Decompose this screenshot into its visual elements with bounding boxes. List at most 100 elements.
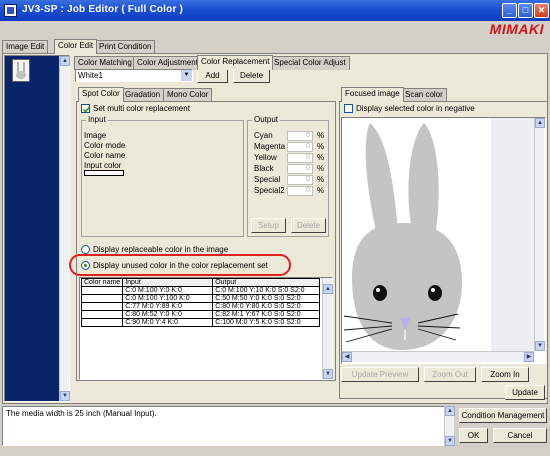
table-cell-output: C:82 M:1 Y:67 K:0 S:0 S2:0: [212, 310, 320, 319]
table-cell-name: [81, 294, 124, 303]
table-header-row: Color name Input Output: [81, 278, 320, 287]
delete-output-button[interactable]: Delete: [291, 218, 326, 233]
special-value[interactable]: 0: [287, 175, 313, 185]
preview-v-scrollbar[interactable]: ▲ ▼: [534, 118, 545, 351]
table-row[interactable]: C:0 M:100 Y:0 K:0 C:0 M:100 Y:10 K:0 S:0…: [81, 286, 320, 295]
table-row[interactable]: C:80 M:52 Y:0 K:0 C:82 M:1 Y:67 K:0 S:0 …: [81, 310, 320, 319]
tab-gradation[interactable]: Gradation: [121, 88, 165, 102]
output-group-label: Output: [252, 115, 281, 124]
scroll-left-icon[interactable]: ◀: [342, 352, 352, 362]
tab-print-condition[interactable]: Print Condition: [95, 40, 156, 54]
table-scrollbar[interactable]: ▲ ▼: [322, 278, 333, 379]
title-bar: JV3-SP : Job Editor ( Full Color ) _ □ ✕: [0, 0, 550, 21]
special2-value[interactable]: 0: [287, 186, 313, 196]
zoom-out-button[interactable]: Zoom Out: [424, 367, 476, 382]
input-color-name-label: Color name: [84, 151, 126, 160]
output-black-label: Black: [254, 164, 274, 173]
table-cell-output: C:50 M:50 Y:0 K:0 S:0 S2:0: [212, 294, 320, 303]
tab-special-color-adjust[interactable]: Special Color Adjust: [270, 56, 350, 70]
scroll-down-icon[interactable]: ▼: [323, 369, 333, 379]
add-button[interactable]: Add: [197, 68, 228, 83]
radio-unused-label: Display unused color in the color replac…: [93, 261, 268, 270]
setup-button[interactable]: Setup: [251, 218, 286, 233]
status-message: The media width is 25 inch (Manual Input…: [6, 409, 157, 418]
special2-unit: %: [317, 186, 325, 195]
radio-unused[interactable]: [81, 261, 90, 270]
tab-mono-color[interactable]: Mono Color: [163, 88, 213, 102]
table-cell-output: C:100 M:0 Y:5 K:0 S:0 S2:0: [212, 318, 320, 327]
tab-focused-image[interactable]: Focused image: [341, 87, 404, 102]
zoom-in-button[interactable]: Zoom In: [481, 367, 529, 382]
tab-color-matching[interactable]: Color Matching: [74, 56, 136, 70]
cancel-button[interactable]: Cancel: [493, 428, 547, 443]
table-row[interactable]: C:0 M:100 Y:100 K:0 C:50 M:50 Y:0 K:0 S:…: [81, 294, 320, 303]
cyan-value[interactable]: 0: [287, 131, 313, 141]
scroll-up-icon[interactable]: ▲: [60, 56, 70, 66]
input-group-label: Input: [86, 115, 108, 124]
output-special2-label: Special2: [254, 186, 285, 195]
scroll-down-icon[interactable]: ▼: [445, 436, 455, 446]
preview-viewport[interactable]: ▲ ▼ ◀ ▶: [341, 117, 546, 364]
scroll-up-icon[interactable]: ▲: [535, 118, 545, 128]
multi-replacement-checkbox[interactable]: [81, 104, 91, 113]
close-button[interactable]: ✕: [534, 3, 549, 18]
tab-color-adjustment[interactable]: Color Adjustment: [133, 56, 202, 70]
col-header-output: Output: [212, 278, 320, 287]
tab-color-replacement[interactable]: Color Replacement: [197, 55, 274, 70]
tab-scan-color[interactable]: Scan color: [401, 88, 447, 102]
table-cell-name: [81, 302, 124, 311]
table-row[interactable]: C:90 M:0 Y:4 K:0 C:100 M:0 Y:5 K:0 S:0 S…: [81, 318, 320, 327]
magenta-value[interactable]: 0: [287, 142, 313, 152]
special-unit: %: [317, 175, 325, 184]
status-area: The media width is 25 inch (Manual Input…: [2, 406, 454, 446]
col-header-name: Color name: [81, 278, 124, 287]
scroll-up-icon[interactable]: ▲: [323, 284, 333, 294]
black-unit: %: [317, 164, 325, 173]
scroll-right-icon[interactable]: ▶: [524, 352, 534, 362]
table-cell-input: C:0 M:100 Y:0 K:0: [122, 286, 214, 295]
magenta-unit: %: [317, 142, 325, 151]
radio-replaceable[interactable]: [81, 245, 90, 254]
update-button[interactable]: Update: [505, 385, 545, 400]
maximize-button[interactable]: □: [518, 3, 533, 18]
input-color-mode-label: Color mode: [84, 141, 126, 150]
output-special-label: Special: [254, 175, 281, 184]
delete-preset-button[interactable]: Delete: [233, 68, 270, 83]
thumbnail-scrollbar[interactable]: ▲ ▼: [59, 56, 70, 401]
minimize-button[interactable]: _: [502, 3, 517, 18]
output-magenta-label: Magenta: [254, 142, 286, 151]
table-cell-input: C:80 M:52 Y:0 K:0: [122, 310, 214, 319]
scroll-down-icon[interactable]: ▼: [60, 391, 70, 401]
scroll-up-icon[interactable]: ▲: [445, 406, 455, 416]
thumbnail-image[interactable]: [12, 59, 30, 82]
col-header-input: Input: [122, 278, 214, 287]
black-value[interactable]: 0: [287, 164, 313, 174]
table-row[interactable]: C:77 M:0 Y:89 K:0 C:80 M:0 Y:80 K:0 S:0 …: [81, 302, 320, 311]
scroll-down-icon[interactable]: ▼: [535, 341, 545, 351]
yellow-value[interactable]: 0: [287, 153, 313, 163]
rabbit-thumbnail-icon: [16, 62, 26, 79]
thumbnail-selection: [5, 56, 59, 401]
condition-management-button[interactable]: Condition Management: [459, 408, 547, 423]
output-cyan-label: Cyan: [254, 131, 273, 140]
mimaki-logo: MIMAKI: [489, 21, 544, 37]
preset-select[interactable]: White1 ▼: [75, 69, 193, 82]
replacement-table-wrap: Color name Input Output C:0 M:100 Y:0 K:…: [81, 278, 320, 378]
table-cell-input: C:0 M:100 Y:100 K:0: [122, 294, 214, 303]
update-preview-button[interactable]: Update Preview: [341, 367, 419, 382]
tab-spot-color[interactable]: Spot Color: [78, 87, 124, 102]
tab-image-edit[interactable]: Image Edit: [2, 40, 49, 54]
status-scrollbar[interactable]: ▲ ▼: [444, 406, 455, 446]
preview-h-scrollbar[interactable]: ◀ ▶: [342, 351, 534, 362]
ok-button[interactable]: OK: [459, 428, 488, 443]
preset-value: White1: [78, 71, 103, 80]
input-image-label: Image: [84, 131, 107, 140]
tab-color-edit[interactable]: Color Edit: [54, 39, 98, 54]
negative-checkbox[interactable]: [344, 104, 353, 113]
chevron-down-icon[interactable]: ▼: [181, 70, 192, 81]
rabbit-preview-image: [343, 123, 462, 350]
table-cell-input: C:77 M:0 Y:89 K:0: [122, 302, 214, 311]
multi-replacement-label: Set multi color replacement: [93, 104, 190, 113]
table-cell-name: [81, 310, 124, 319]
window-title: JV3-SP : Job Editor ( Full Color ): [22, 4, 184, 15]
